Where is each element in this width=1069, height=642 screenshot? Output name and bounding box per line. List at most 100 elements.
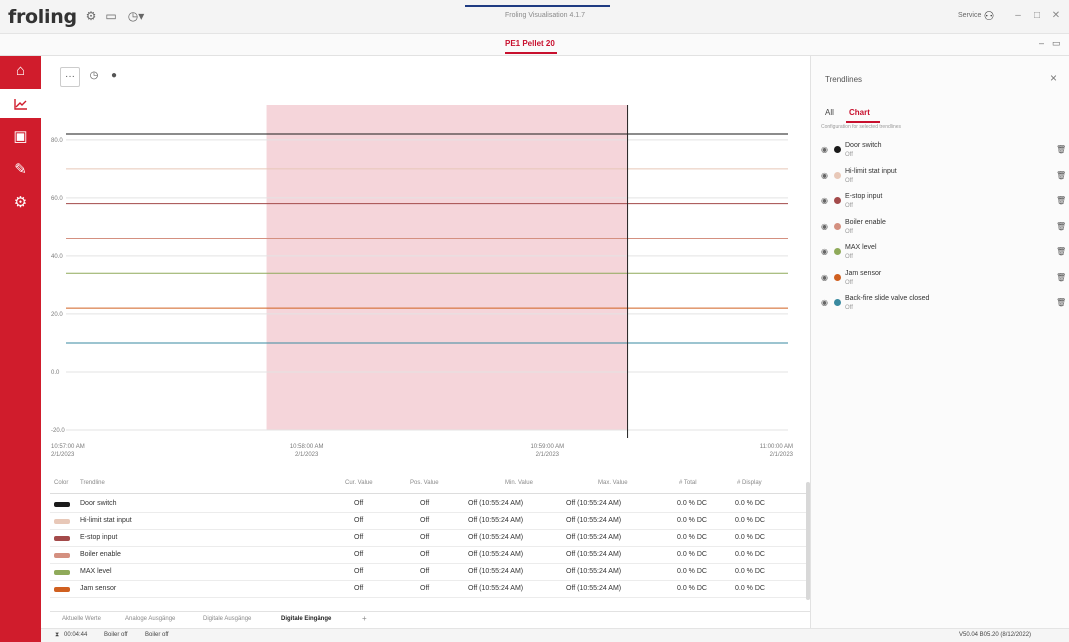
maximize-icon[interactable]: □ xyxy=(1030,9,1044,23)
trendline-name: E-stop input xyxy=(80,534,118,541)
y-tick-label: 40.0 xyxy=(51,254,63,260)
trendline-state: Off xyxy=(845,279,853,286)
add-tab-button[interactable]: + xyxy=(362,614,367,623)
trendline-name: MAX level xyxy=(845,244,877,251)
eye-icon[interactable]: ◉ xyxy=(821,171,828,180)
highlight-range[interactable] xyxy=(266,105,628,430)
device-tab-bar: PE1 Pellet 20 – ▭ xyxy=(0,34,1069,56)
col-header-min-value[interactable]: Min. Value xyxy=(505,480,533,486)
color-dot[interactable] xyxy=(834,248,841,255)
trash-icon[interactable]: 🗑 xyxy=(1056,298,1066,307)
monitor-icon[interactable]: ▭ xyxy=(104,9,118,23)
tab-digitale-eingaenge[interactable]: Digitale Eingänge xyxy=(281,616,331,622)
eye-icon[interactable]: ◉ xyxy=(821,273,828,282)
trendline-name: Hi-limit stat input xyxy=(845,167,897,175)
trendline-item[interactable]: ◉ Boiler enable Off 🗑 xyxy=(811,218,1069,243)
trendline-item[interactable]: ◉ Back-fire slide valve closed Off 🗑 xyxy=(811,294,1069,319)
color-dot[interactable] xyxy=(834,273,841,281)
y-tick-label: 60.0 xyxy=(51,196,63,202)
nav-boiler-icon[interactable]: ▣ xyxy=(0,122,41,151)
more-options-button[interactable]: ··· xyxy=(60,67,80,87)
trash-icon[interactable]: 🗑 xyxy=(1056,273,1066,282)
y-tick-label: 0.0 xyxy=(51,370,60,376)
cur-value: Off xyxy=(354,534,364,541)
close-panel-icon[interactable]: × xyxy=(1050,71,1057,85)
status-bar: ⧗ 00:04:44 Boiler off Boiler off V50.04 … xyxy=(41,628,1069,642)
nav-settings-icon[interactable]: ⚙ xyxy=(0,188,41,217)
display-value: 0.0 % DC xyxy=(735,551,765,558)
trendline-name: Door switch xyxy=(845,142,882,149)
color-swatch xyxy=(54,553,70,558)
col-header-color[interactable]: Color xyxy=(54,480,68,486)
trendline-item[interactable]: ◉ Door switch Off 🗑 xyxy=(811,141,1069,166)
minimize-panel-icon[interactable]: – xyxy=(1039,38,1044,48)
tab-aktuelle-werte[interactable]: Aktuelle Werte xyxy=(62,616,101,622)
eye-icon[interactable]: ◉ xyxy=(821,145,828,154)
trendline-name: Door switch xyxy=(80,500,117,507)
trend-chart[interactable]: 80.0 60.0 40.0 20.0 0.0 -20.0 10:57:00 AM 2/1/2… xyxy=(41,90,801,470)
table-row[interactable]: Door switch Off Off Off (10:55:24 AM) Off (1… xyxy=(50,496,810,513)
tab-all[interactable]: All xyxy=(825,108,834,117)
col-header-total[interactable]: # Total xyxy=(679,480,697,486)
col-header-cur-value[interactable]: Cur. Value xyxy=(345,480,373,486)
device-tab-underline xyxy=(505,52,557,54)
col-header-trendline[interactable]: Trendline xyxy=(80,480,105,486)
settings-record-icon[interactable]: ● xyxy=(104,67,124,87)
color-dot[interactable] xyxy=(834,222,841,230)
table-row[interactable]: MAX level Off Off Off (10:55:24 AM) Off (10:… xyxy=(50,564,810,581)
col-header-pos-value[interactable]: Pos. Value xyxy=(410,480,439,486)
trendline-item[interactable]: ◉ Jam sensor Off 🗑 xyxy=(811,269,1069,294)
trash-icon[interactable]: 🗑 xyxy=(1056,247,1066,256)
color-dot[interactable] xyxy=(834,197,841,204)
table-row[interactable]: Jam sensor Off Off Off (10:55:24 AM) Off (10… xyxy=(50,581,810,598)
color-dot[interactable] xyxy=(834,146,841,153)
trendline-item[interactable]: ◉ MAX level Off 🗑 xyxy=(811,243,1069,268)
min-value: Off (10:55:24 AM) xyxy=(468,585,524,592)
trash-icon[interactable]: 🗑 xyxy=(1056,196,1066,205)
service-label[interactable]: Service xyxy=(958,12,981,19)
table-row[interactable]: E-stop input Off Off Off (10:55:24 AM) Off (… xyxy=(50,530,810,547)
min-value: Off (10:55:24 AM) xyxy=(468,534,524,541)
trash-icon[interactable]: 🗑 xyxy=(1056,145,1066,154)
tab-digitale-ausgaenge[interactable]: Digitale Ausgänge xyxy=(203,616,251,622)
close-icon[interactable]: ✕ xyxy=(1049,9,1063,23)
trash-icon[interactable]: 🗑 xyxy=(1056,222,1066,231)
trash-icon[interactable]: 🗑 xyxy=(1056,171,1066,180)
tab-chart[interactable]: Chart xyxy=(849,108,870,117)
nav-chart-icon[interactable] xyxy=(0,89,41,118)
nav-wrench-icon[interactable]: ✎ xyxy=(0,155,41,184)
side-navigation: ⌂ ▣ ✎ ⚙ xyxy=(0,56,41,642)
cur-value: Off xyxy=(354,568,364,575)
total-value: 0.0 % DC xyxy=(677,568,707,575)
restore-panel-icon[interactable]: ▭ xyxy=(1052,38,1061,49)
tab-chart-underline xyxy=(846,121,880,123)
minimize-icon[interactable]: – xyxy=(1011,9,1025,23)
eye-icon[interactable]: ◉ xyxy=(821,222,828,231)
col-header-display[interactable]: # Display xyxy=(737,480,762,486)
eye-icon[interactable]: ◉ xyxy=(821,196,828,205)
col-header-max-value[interactable]: Max. Value xyxy=(598,480,628,486)
trendline-item[interactable]: ◉ Hi-limit stat input Off 🗑 xyxy=(811,167,1069,192)
x-tick-time: 10:58:00 AM xyxy=(290,444,324,450)
table-row[interactable]: Boiler enable Off Off Off (10:55:24 AM) Off … xyxy=(50,547,810,564)
pos-value: Off xyxy=(420,517,430,524)
color-dot[interactable] xyxy=(834,171,841,179)
color-swatch xyxy=(54,519,70,524)
eye-icon[interactable]: ◉ xyxy=(821,298,828,307)
trendline-item[interactable]: ◉ E-stop input Off 🗑 xyxy=(811,192,1069,217)
service-user-icon[interactable]: ⚇ xyxy=(982,9,996,23)
color-dot[interactable] xyxy=(834,299,841,306)
max-value: Off (10:55:24 AM) xyxy=(566,517,622,524)
max-value: Off (10:55:24 AM) xyxy=(566,585,622,592)
gear-icon[interactable]: ⚙ xyxy=(84,9,98,23)
tab-analoge-ausgaenge[interactable]: Analoge Ausgänge xyxy=(125,616,175,622)
max-value: Off (10:55:24 AM) xyxy=(566,500,622,507)
total-value: 0.0 % DC xyxy=(677,500,707,507)
eye-icon[interactable]: ◉ xyxy=(821,247,828,256)
table-row[interactable]: Hi-limit stat input Off Off Off (10:55:24 A… xyxy=(50,513,810,530)
history-icon[interactable]: ◷ xyxy=(84,67,104,87)
nav-home-icon[interactable]: ⌂ xyxy=(0,56,41,85)
min-value: Off (10:55:24 AM) xyxy=(468,517,524,524)
device-tab[interactable]: PE1 Pellet 20 xyxy=(505,39,555,48)
clock-dropdown-icon[interactable]: ◷▾ xyxy=(124,9,148,23)
